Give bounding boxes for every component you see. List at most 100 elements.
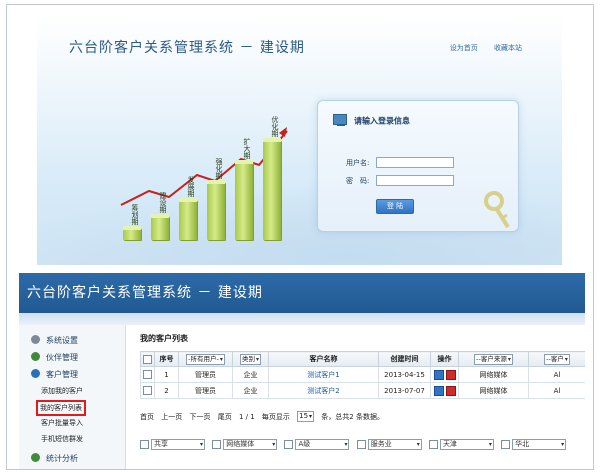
sidebar-section-label: 伙伴管理 [46,353,78,362]
col-name: 客户名称 [268,351,379,367]
login-screen: 六台阶客户关系管理系统 － 建设期 设为首页 收藏本站 筹划期 建设期 发展期 强化期… [37,15,562,265]
filter-industry[interactable]: 服务业 [356,439,422,450]
col-region-filter[interactable]: --客户 [528,351,585,367]
sidebar-item-my-customers[interactable]: 我的客户列表 [36,400,86,416]
table-header-row: 序号 -所有用户- 类别 客户名称 创建时间 操作 --客户来源 --客户 [140,351,585,367]
delete-icon[interactable] [445,385,456,396]
col-owner-filter[interactable]: -所有用户- [178,351,233,367]
filter-source[interactable]: 网络媒体 [212,439,278,450]
pager-first[interactable]: 首页 [140,413,154,421]
pager-next[interactable]: 下一页 [189,413,210,421]
filter-city[interactable]: 天津 [428,439,494,450]
row-owner: 管理员 [178,382,233,399]
sidebar-section-partners[interactable]: 伙伴管理 [31,352,78,363]
growth-bar-label: 优化期 [271,116,279,137]
edit-icon[interactable] [433,385,444,396]
gear-icon [31,335,40,344]
row-region: Al [528,382,585,399]
select-all-checkbox[interactable] [140,351,155,367]
growth-bar: 扩大期 [235,132,253,240]
screenshot-frame: 六台阶客户关系管理系统 － 建设期 设为首页 收藏本站 筹划期 建设期 发展期 强化期… [6,4,594,470]
growth-bar-label: 建设期 [159,192,167,213]
growth-bar-fill [151,216,169,240]
growth-bar-fill [207,182,225,240]
sidebar-item-sms[interactable]: 手机短信群发 [41,434,83,444]
row-customer-link[interactable]: 测试客户1 [268,366,379,383]
table-row: 2 管理员 企业 测试客户2 2013-07-07 网络媒体 Al [140,382,585,399]
growth-bar: 强化期 [207,152,225,240]
login-box-header: 请输入登录信息 [333,114,410,127]
col-created: 创建时间 [378,351,431,367]
per-page-select[interactable]: 15 [297,411,315,422]
col-type-filter[interactable]: 类别 [232,351,269,367]
login-system-title: 六台阶客户关系管理系统 － 建设期 [69,40,305,56]
sidebar-section-stats[interactable]: 统计分析 [31,453,78,464]
admin-header: 六台阶客户关系管理系统 － 建设期 [19,273,585,313]
login-button[interactable]: 登 陆 [376,199,414,214]
growth-bar: 筹划期 [123,198,141,240]
filter-share[interactable]: 共享 [140,439,205,450]
username-label: 用户名: [346,158,370,167]
password-input[interactable] [376,175,455,186]
sidebar-item-add-customer[interactable]: 添加我的客户 [41,386,83,396]
page-title: 我的客户列表 [140,334,188,343]
growth-bar-fill [179,200,197,240]
row-source: 网络媒体 [458,366,529,383]
col-source-filter[interactable]: --客户来源 [458,351,529,367]
row-created: 2013-04-15 [378,366,431,383]
growth-chart: 筹划期 建设期 发展期 强化期 扩大期 优化期 [119,116,289,240]
edit-icon[interactable] [433,369,444,380]
pager-prev[interactable]: 上一页 [161,413,182,421]
partner-icon [31,352,40,361]
row-checkbox[interactable] [140,366,155,383]
row-source: 网络媒体 [458,382,529,399]
pager: 首页 上一页 下一页 尾页 1 / 1 每页显示 15 条，总共2 条数据。 [140,411,389,422]
monitor-icon [333,114,348,127]
customer-icon [31,369,40,378]
pager-page-info: 1 / 1 [238,412,255,421]
username-input[interactable] [376,157,455,168]
growth-bar: 优化期 [263,110,281,240]
customer-table: 序号 -所有用户- 类别 客户名称 创建时间 操作 --客户来源 --客户 1 [140,351,585,399]
row-type: 企业 [232,382,269,399]
login-box-title: 请输入登录信息 [354,116,410,126]
growth-bar-label: 发展期 [187,176,195,197]
growth-bar-fill [235,162,253,240]
growth-bar-label: 扩大期 [243,138,251,159]
row-type: 企业 [232,366,269,383]
sidebar-section-label: 系统设置 [46,336,78,345]
pager-last[interactable]: 尾页 [218,413,232,421]
col-ops: 操作 [430,351,459,367]
growth-bar-fill [263,140,281,240]
filter-bar: 共享 网络媒体 A级 服务业 天津 华北 [140,439,571,450]
password-row: 密 码: [346,175,455,186]
row-created: 2013-07-07 [378,382,431,399]
main-content: 我的客户列表 序号 -所有用户- 类别 客户名称 创建时间 操作 --客 [136,325,585,469]
password-label: 密 码: [346,176,370,185]
bookmark-link[interactable]: 收藏本站 [494,44,522,52]
row-seq: 2 [154,382,179,399]
row-ops [430,366,459,383]
sidebar-item-bulk-import[interactable]: 客户批量导入 [41,418,83,428]
sidebar-section-label: 客户管理 [46,370,78,379]
sidebar-section-customers[interactable]: 客户管理 [31,369,78,380]
growth-bar: 发展期 [179,170,197,240]
sidebar-section-settings[interactable]: 系统设置 [31,335,78,346]
set-homepage-link[interactable]: 设为首页 [450,44,478,52]
stats-icon [31,453,40,462]
sidebar-section-label: 统计分析 [46,454,78,463]
key-icon [484,191,510,229]
admin-system-title: 六台阶客户关系管理系统 － 建设期 [27,285,263,301]
row-customer-link[interactable]: 测试客户2 [268,382,379,399]
row-seq: 1 [154,366,179,383]
filter-region[interactable]: 华北 [501,439,567,450]
username-row: 用户名: [346,157,455,168]
row-checkbox[interactable] [140,382,155,399]
row-ops [430,382,459,399]
row-owner: 管理员 [178,366,233,383]
top-links: 设为首页 收藏本站 [436,43,522,53]
table-row: 1 管理员 企业 测试客户1 2013-04-15 网络媒体 Al [140,366,585,383]
filter-level[interactable]: A级 [284,439,350,450]
delete-icon[interactable] [445,369,456,380]
growth-bar-label: 筹划期 [131,204,139,225]
